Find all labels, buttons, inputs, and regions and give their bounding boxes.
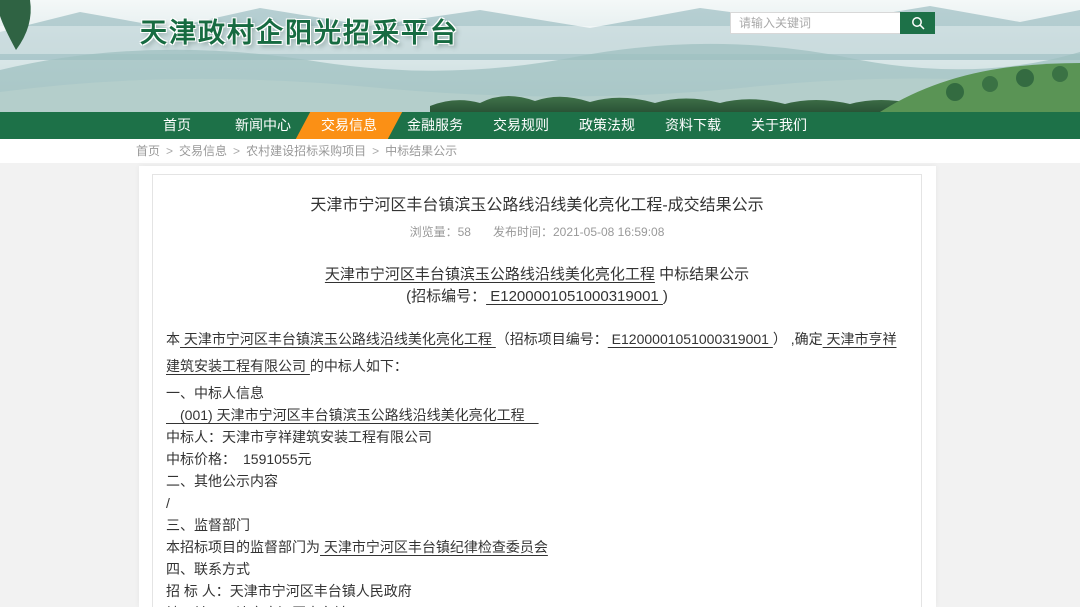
- site-title: 天津政村企阳光招采平台: [140, 11, 459, 50]
- bid-number-line: (招标编号： E1200001051000319001 ): [166, 286, 908, 308]
- plain-text: 四、联系方式: [166, 561, 250, 577]
- nav-item[interactable]: 新闻中心: [220, 112, 306, 139]
- plain-text: /: [166, 495, 170, 511]
- underlined-text: E1200001051000319001: [486, 288, 663, 305]
- search-icon: [911, 16, 925, 30]
- main-content: 天津市宁河区丰台镇滨玉公路线沿线美化亮化工程-成交结果公示 浏览量：58 发布时间…: [0, 163, 1080, 607]
- article-line: 二、其他公示内容: [166, 470, 908, 492]
- nav-item-label: 交易信息: [321, 117, 377, 133]
- article-line: 本招标项目的监督部门为 天津市宁河区丰台镇纪律检查委员会: [166, 536, 908, 558]
- underlined-text: 天津市宁河区丰台镇滨玉公路线沿线美化亮化工程: [325, 266, 655, 283]
- notice-heading: 天津市宁河区丰台镇滨玉公路线沿线美化亮化工程 中标结果公示 (招标编号： E12…: [166, 264, 908, 308]
- publish-time-label: 发布时间：: [493, 225, 553, 239]
- plain-text: 中标人：天津市亨祥建筑安装工程有限公司: [166, 429, 432, 445]
- nav-item[interactable]: 金融服务: [392, 112, 478, 139]
- underlined-text: 天津市宁河区丰台镇纪律检查委员会: [320, 539, 548, 555]
- article-line: 地 址：天津市宁河区丰台镇: [166, 602, 908, 607]
- underlined-text: (001) 天津市宁河区丰台镇滨玉公路线沿线美化亮化工程: [166, 407, 539, 423]
- plain-text: 的中标人如下：: [310, 358, 408, 374]
- plain-text: 一、中标人信息: [166, 385, 264, 401]
- nav-item[interactable]: 政策法规: [564, 112, 650, 139]
- nav-item[interactable]: 首页: [134, 112, 220, 139]
- nav-item-label: 金融服务: [407, 117, 463, 133]
- views-label: 浏览量：: [410, 225, 458, 239]
- nav-item-label: 政策法规: [579, 117, 635, 133]
- search-bar: [730, 12, 935, 34]
- breadcrumb-separator: >: [233, 144, 240, 158]
- nav-item-label: 关于我们: [751, 117, 807, 133]
- plain-text: (招标编号：: [406, 288, 486, 305]
- article-line: (001) 天津市宁河区丰台镇滨玉公路线沿线美化亮化工程: [166, 404, 908, 426]
- plain-text: 中标价格： 1591055元: [166, 451, 312, 467]
- announcement-paragraph: 本 天津市宁河区丰台镇滨玉公路线沿线美化亮化工程 （招标项目编号： E12000…: [166, 326, 908, 380]
- breadcrumb-item[interactable]: 首页: [136, 144, 160, 158]
- nav-menu: 首页 新闻中心 交易信息 金融服务 交易规则 政策法规 资料下载 关于我们: [0, 112, 1080, 139]
- article-title: 天津市宁河区丰台镇滨玉公路线沿线美化亮化工程-成交结果公示: [166, 195, 908, 216]
- breadcrumb-separator: >: [372, 144, 379, 158]
- plain-text: ): [663, 288, 668, 305]
- nav-item-label: 交易规则: [493, 117, 549, 133]
- views-count: 58: [458, 225, 471, 239]
- article-box: 天津市宁河区丰台镇滨玉公路线沿线美化亮化工程-成交结果公示 浏览量：58 发布时间…: [152, 174, 922, 607]
- nav-item-label: 新闻中心: [235, 117, 291, 133]
- search-input[interactable]: [730, 12, 900, 34]
- plain-text: 二、其他公示内容: [166, 473, 278, 489]
- breadcrumb-item[interactable]: 农村建设招标采购项目: [246, 144, 366, 158]
- article-body: 一、中标人信息 (001) 天津市宁河区丰台镇滨玉公路线沿线美化亮化工程 中标人…: [166, 382, 908, 607]
- breadcrumb-item[interactable]: 中标结果公示: [385, 144, 457, 158]
- article-line: 一、中标人信息: [166, 382, 908, 404]
- plain-text: （招标项目编号：: [496, 331, 608, 347]
- plain-text: 本招标项目的监督部门为: [166, 539, 320, 555]
- underlined-text: 天津市宁河区丰台镇滨玉公路线沿线美化亮化工程: [180, 331, 496, 347]
- article-line: 中标价格： 1591055元: [166, 448, 908, 470]
- plain-text: 三、监督部门: [166, 517, 250, 533]
- article-line: 招 标 人：天津市宁河区丰台镇人民政府: [166, 580, 908, 602]
- content-card: 天津市宁河区丰台镇滨玉公路线沿线美化亮化工程-成交结果公示 浏览量：58 发布时间…: [139, 166, 936, 607]
- underlined-text: E1200001051000319001: [608, 331, 773, 347]
- nav-item[interactable]: 资料下载: [650, 112, 736, 139]
- plain-text: 招 标 人：天津市宁河区丰台镇人民政府: [166, 583, 412, 599]
- search-button[interactable]: [900, 12, 935, 34]
- main-nav: 首页 新闻中心 交易信息 金融服务 交易规则 政策法规 资料下载 关于我们: [0, 112, 1080, 139]
- nav-item[interactable]: 交易信息: [306, 112, 392, 139]
- publish-time: 2021-05-08 16:59:08: [553, 225, 664, 239]
- breadcrumb: 首页 > 交易信息 > 农村建设招标采购项目 > 中标结果公示: [0, 139, 1080, 163]
- article-line: 四、联系方式: [166, 558, 908, 580]
- breadcrumb-separator: >: [166, 144, 173, 158]
- nav-item-label: 资料下载: [665, 117, 721, 133]
- plain-text: 本: [166, 331, 180, 347]
- notice-title-line: 天津市宁河区丰台镇滨玉公路线沿线美化亮化工程 中标结果公示: [166, 264, 908, 286]
- nav-item[interactable]: 交易规则: [478, 112, 564, 139]
- article-line: 中标人：天津市亨祥建筑安装工程有限公司: [166, 426, 908, 448]
- article-meta: 浏览量：58 发布时间：2021-05-08 16:59:08: [166, 225, 908, 240]
- breadcrumb-item[interactable]: 交易信息: [179, 144, 227, 158]
- nav-item-label: 首页: [163, 117, 191, 133]
- article-line: /: [166, 492, 908, 514]
- article-line: 三、监督部门: [166, 514, 908, 536]
- site-header: 天津政村企阳光招采平台: [0, 0, 1080, 112]
- nav-item[interactable]: 关于我们: [736, 112, 822, 139]
- plain-text: ） ,确定: [773, 331, 823, 347]
- plain-text: 中标结果公示: [655, 266, 749, 283]
